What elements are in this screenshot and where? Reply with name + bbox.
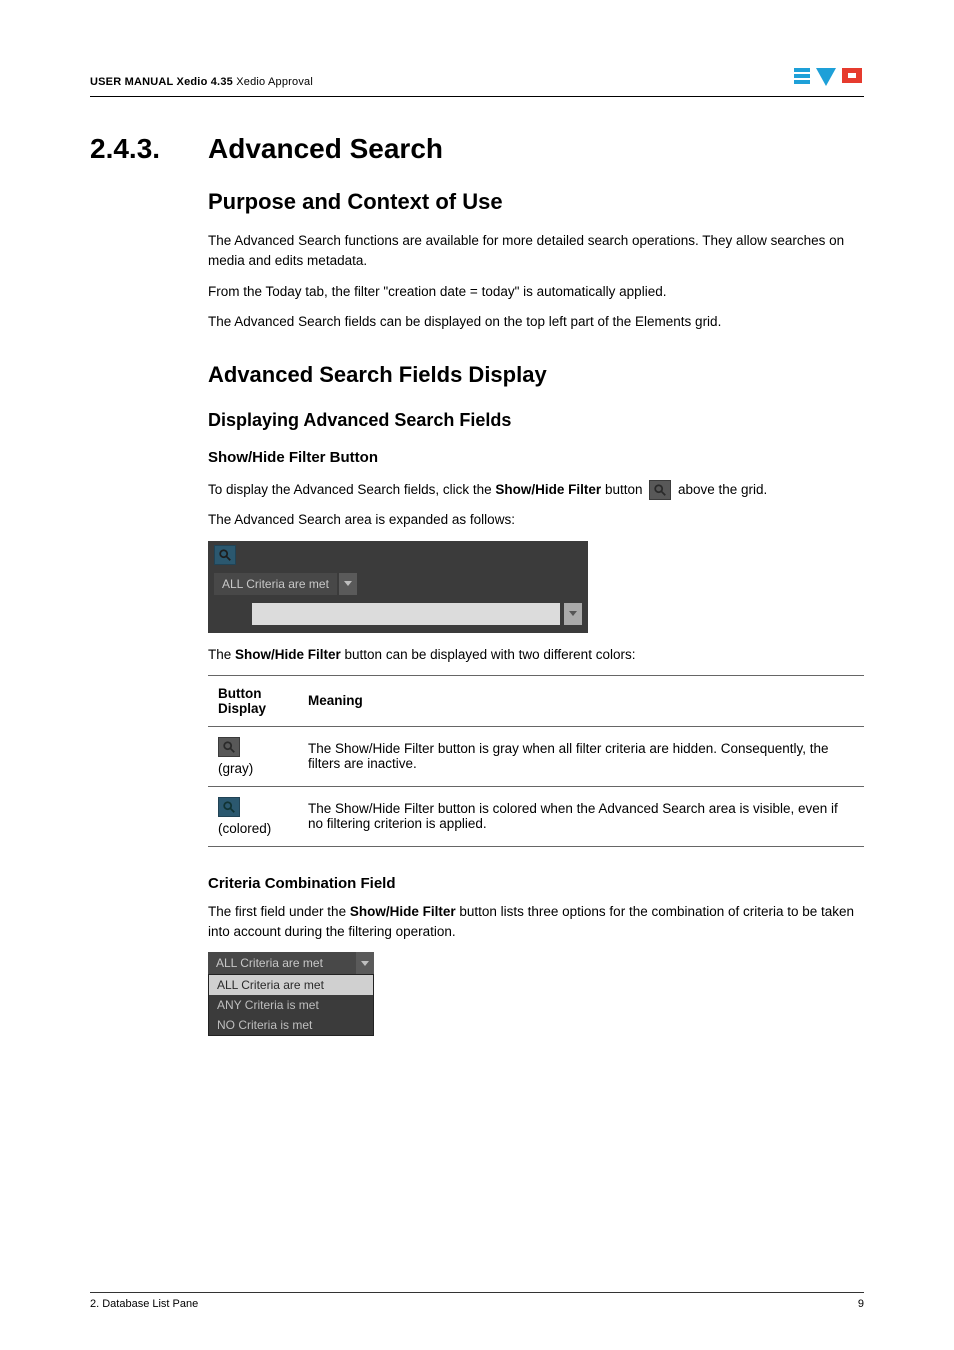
table-row1-bold: Show/Hide Filter [335,741,434,756]
table-row2-bold: Show/Hide Filter [335,801,434,816]
purpose-p2: From the Today tab, the filter "creation… [208,282,864,302]
table-row2-label: (colored) [218,821,271,836]
ccf-p1-a: The first field under the [208,904,350,919]
criteria-combination-dropdown-arrow[interactable] [339,573,357,595]
purpose-p3: The Advanced Search fields can be displa… [208,312,864,332]
criteria-combination-dropdown-head[interactable]: ALL Criteria are met [208,952,374,974]
asfd-heading: Advanced Search Fields Display [208,362,864,388]
show-hide-p1: To display the Advanced Search fields, c… [208,480,864,500]
table-row2-a: The [308,801,335,816]
show-hide-p1-b: button [601,482,646,497]
purpose-heading: Purpose and Context of Use [208,189,864,215]
show-hide-p3: The Show/Hide Filter button can be displ… [208,645,864,665]
table-row1-label: (gray) [218,761,253,776]
asfd-sub1: Displaying Advanced Search Fields [208,410,864,431]
show-hide-filter-button-gray[interactable] [218,737,240,757]
criteria-combination-dropdown-expanded: ALL Criteria are met ALL Criteria are me… [208,952,374,1036]
purpose-p1: The Advanced Search functions are availa… [208,231,864,272]
criteria-combination-selected-text: ALL Criteria are met [208,952,356,974]
criteria-column-field[interactable] [252,603,560,625]
ccf-p1-bold: Show/Hide Filter [350,904,456,919]
button-display-table: Button Display Meaning (gray) [208,675,864,847]
show-hide-p3-bold: Show/Hide Filter [235,647,341,662]
page-header: USER MANUAL Xedio 4.35 Xedio Approval [90,64,864,97]
show-hide-filter-button-colored[interactable] [218,797,240,817]
chevron-down-icon [569,611,577,616]
show-hide-p1-bold: Show/Hide Filter [495,482,601,497]
table-head-col2: Meaning [298,675,864,726]
ccf-p1: The first field under the Show/Hide Filt… [208,902,864,943]
section-number: 2.4.3. [90,133,180,165]
table-row1-a: The [308,741,335,756]
magnifier-icon [653,483,667,497]
show-hide-p1-a: To display the Advanced Search fields, c… [208,482,495,497]
show-hide-filter-button-inline[interactable] [649,480,671,500]
section-title: Advanced Search [208,133,443,165]
header-product: Xedio 4.35 [173,76,236,88]
table-row: (colored) The Show/Hide Filter button is… [208,786,864,846]
show-hide-p2: The Advanced Search area is expanded as … [208,510,864,530]
criteria-dropdown-option[interactable]: NO Criteria is met [209,1015,373,1035]
header-module: Xedio Approval [236,76,313,88]
section-heading-row: 2.4.3. Advanced Search [90,133,864,165]
criteria-combination-selected[interactable]: ALL Criteria are met [214,573,337,595]
chevron-down-icon [344,581,352,586]
footer-page-number: 9 [858,1298,864,1310]
evs-logo [794,64,864,88]
show-hide-p3-a: The [208,647,235,662]
show-hide-p3-b: button can be displayed with two differe… [341,647,636,662]
table-row: (gray) The Show/Hide Filter button is gr… [208,726,864,786]
header-manual-prefix: USER MANUAL [90,76,173,88]
show-hide-filter-button-area[interactable] [214,545,236,565]
criteria-column-dropdown-arrow[interactable] [564,603,582,625]
criteria-dropdown-option[interactable]: ALL Criteria are met [209,975,373,995]
criteria-dropdown-option[interactable]: ANY Criteria is met [209,995,373,1015]
advanced-search-area-screenshot: ALL Criteria are met [208,541,588,633]
magnifier-icon [218,548,232,562]
show-hide-p1-c: above the grid. [674,482,767,497]
table-head-col1: Button Display [208,675,298,726]
chevron-down-icon [356,952,374,974]
page-footer: 2. Database List Pane 9 [90,1292,864,1310]
header-text: USER MANUAL Xedio 4.35 Xedio Approval [90,76,313,88]
show-hide-heading: Show/Hide Filter Button [208,449,864,466]
magnifier-icon [222,740,236,754]
footer-left: 2. Database List Pane [90,1298,198,1310]
ccf-heading: Criteria Combination Field [208,875,864,892]
magnifier-icon [222,800,236,814]
